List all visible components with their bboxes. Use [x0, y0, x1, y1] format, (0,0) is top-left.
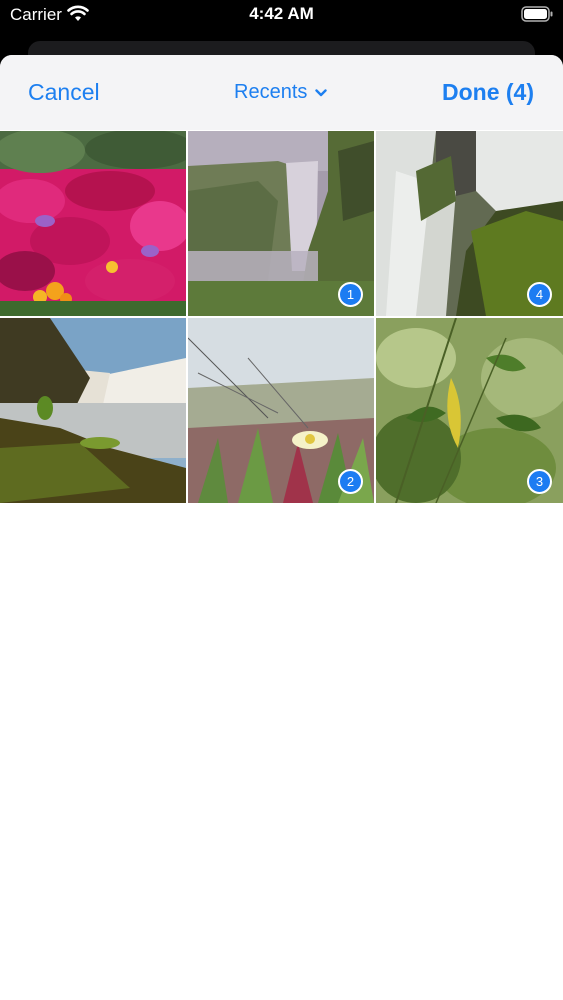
- photo-thumbnail[interactable]: [0, 131, 186, 316]
- photo-thumbnail[interactable]: 1: [188, 131, 374, 316]
- cancel-button[interactable]: Cancel: [28, 79, 100, 106]
- photo-grid: 1 4 2 3: [0, 131, 563, 503]
- waterfall-rocks-image: [0, 318, 186, 503]
- photo-thumbnail[interactable]: 2: [188, 318, 374, 503]
- photo-picker-sheet: Cancel Recents Done (4) 1 4 2 3: [0, 55, 563, 1000]
- chevron-down-icon: [315, 88, 328, 96]
- photo-thumbnail[interactable]: [0, 318, 186, 503]
- selection-badge: 2: [338, 469, 363, 494]
- selection-badge: 4: [527, 282, 552, 307]
- selection-badge: 1: [338, 282, 363, 307]
- selection-badge: 3: [527, 469, 552, 494]
- photo-thumbnail[interactable]: 4: [376, 131, 563, 316]
- picker-navbar: Cancel Recents Done (4): [0, 55, 563, 130]
- album-selector-button[interactable]: Recents: [234, 81, 328, 104]
- album-selector-label: Recents: [234, 81, 308, 103]
- clock-label: 4:42 AM: [249, 4, 314, 23]
- done-button[interactable]: Done (4): [442, 79, 534, 106]
- battery-icon: [521, 6, 553, 22]
- flowers-image: [0, 131, 186, 316]
- status-bar: Carrier 4:42 AM: [0, 0, 563, 32]
- photo-thumbnail[interactable]: 3: [376, 318, 563, 503]
